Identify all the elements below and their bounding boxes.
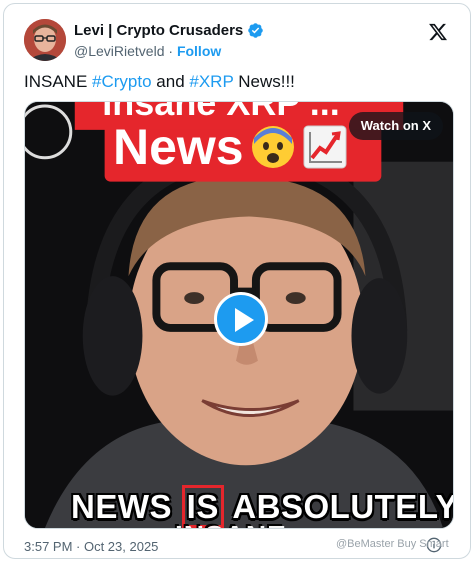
- fearful-face-icon: [251, 126, 294, 168]
- author-handle[interactable]: @LeviRietveld: [74, 43, 164, 59]
- banner-news-text: News: [113, 119, 244, 175]
- separator: ·: [164, 43, 177, 59]
- tweet-text-prefix: INSANE: [24, 72, 93, 91]
- tweet-card: Levi | Crypto Crusaders @LeviRietveld · …: [3, 3, 471, 559]
- video-player[interactable]: Insane XRP ... News Watch on X NEWS IS A…: [24, 101, 454, 529]
- caption-word-news: NEWS: [71, 488, 172, 525]
- hashtag-crypto[interactable]: #Crypto: [92, 72, 152, 91]
- author-name[interactable]: Levi | Crypto Crusaders: [74, 22, 243, 39]
- handle-row: @LeviRietveld · Follow: [74, 43, 221, 59]
- tweet-timestamp[interactable]: 3:57 PM · Oct 23, 2025: [24, 539, 158, 554]
- author-name-row[interactable]: Levi | Crypto Crusaders: [74, 22, 264, 39]
- tweet-text-mid: and: [151, 72, 190, 91]
- play-icon: [235, 308, 254, 332]
- watermark: @BeMaster Buy Smart: [336, 538, 449, 550]
- banner-title-main: News: [113, 116, 348, 178]
- chart-increasing-icon: [303, 125, 347, 169]
- video-caption-sub: INSANE: [175, 520, 287, 528]
- avatar-image: [24, 19, 66, 61]
- watch-on-x-button[interactable]: Watch on X: [348, 112, 443, 140]
- play-button[interactable]: [214, 292, 268, 346]
- x-logo-icon[interactable]: [428, 22, 448, 42]
- tweet-text-suffix: News!!!: [233, 72, 295, 91]
- hashtag-xrp[interactable]: #XRP: [189, 72, 233, 91]
- follow-button[interactable]: Follow: [177, 43, 221, 59]
- tweet-text: INSANE #Crypto and #XRP News!!!: [24, 72, 295, 92]
- verified-badge-icon: [248, 23, 264, 38]
- avatar[interactable]: [24, 19, 66, 61]
